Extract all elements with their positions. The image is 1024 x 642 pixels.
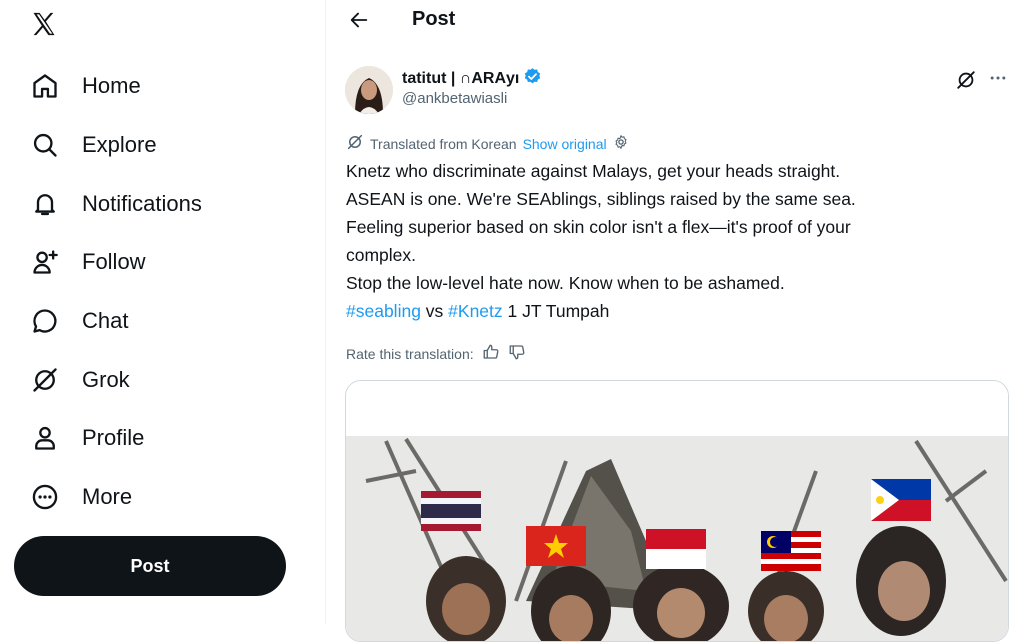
post-line: Feeling superior based on skin color isn… [346,217,851,237]
search-icon [30,130,60,160]
indonesia-flag [646,529,706,569]
sidebar-item-label: Notifications [82,191,202,216]
sidebar-item-label: Chat [82,308,129,333]
rate-translation: Rate this translation: [346,343,526,364]
home-icon [30,71,60,101]
sidebar: Home Explore Notifications Follow Chat G… [0,0,326,624]
back-arrow-icon[interactable] [345,6,373,34]
translation-bar: Translated from Korean Show original [346,133,629,154]
chat-bubble-icon [30,306,60,336]
add-person-icon [30,247,60,277]
post-detail: Post tatitut | ∩ARΑуı @ankbetawiasli Tra… [327,0,1024,642]
sidebar-item-home[interactable]: Home [14,61,157,111]
connector-text: vs [425,301,444,321]
hashtag-link[interactable]: #Knetz [448,301,502,321]
sidebar-item-follow[interactable]: Follow [14,237,162,287]
sidebar-item-label: Explore [82,132,157,157]
display-name-text: tatitut | ∩ARΑуı [402,70,520,87]
verified-badge-icon [523,67,542,91]
sidebar-item-label: Home [82,73,141,98]
malaysia-flag [761,531,821,571]
sidebar-item-label: Profile [82,425,145,450]
sidebar-item-profile[interactable]: Profile [14,413,160,463]
post-line: complex. [346,245,417,265]
translation-label: Translated from Korean [370,135,517,152]
tail-text: 1 JT Tumpah [507,301,610,321]
rate-label: Rate this translation: [346,345,474,362]
sidebar-item-chat[interactable]: Chat [14,296,144,346]
sidebar-item-more[interactable]: More [14,472,148,522]
user-handle[interactable]: @ankbetawiasli [402,90,507,107]
thumbs-up-icon[interactable] [482,343,500,364]
avatar[interactable] [345,66,393,114]
hashtag-line: #seabling vs #Knetz 1 JT Tumpah [346,297,986,325]
sidebar-item-explore[interactable]: Explore [14,120,173,170]
settings-gear-icon[interactable] [613,134,629,153]
post-media[interactable] [345,380,1009,642]
bell-icon [30,189,60,219]
more-circle-icon [30,482,60,512]
post-button[interactable]: Post [14,536,286,596]
display-name[interactable]: tatitut | ∩ARΑуı [402,67,542,91]
thumbs-down-icon[interactable] [508,343,526,364]
sidebar-item-grok[interactable]: Grok [14,355,146,405]
page-title: Post [412,8,456,30]
sidebar-item-label: Follow [82,249,146,274]
grok-icon [30,365,60,395]
philippines-flag [871,479,931,521]
post-line: Stop the low-level hate now. Know when t… [346,273,785,293]
grok-icon[interactable] [955,69,977,91]
post-text: Knetz who discriminate against Malays, g… [346,157,986,325]
show-original-link[interactable]: Show original [523,136,607,152]
post-line: ASEAN is one. We're SEAblings, siblings … [346,189,856,209]
post-line: Knetz who discriminate against Malays, g… [346,161,841,181]
more-options-icon[interactable] [986,66,1010,90]
sidebar-item-label: Grok [82,367,130,392]
x-logo-icon[interactable] [26,6,62,42]
sidebar-item-notifications[interactable]: Notifications [14,179,218,229]
vietnam-flag [526,526,586,566]
translate-grok-icon [346,133,364,154]
sidebar-item-label: More [82,484,133,509]
hashtag-link[interactable]: #seabling [346,301,421,321]
media-image [346,381,1008,641]
thailand-flag [421,491,481,531]
person-icon [30,423,60,453]
